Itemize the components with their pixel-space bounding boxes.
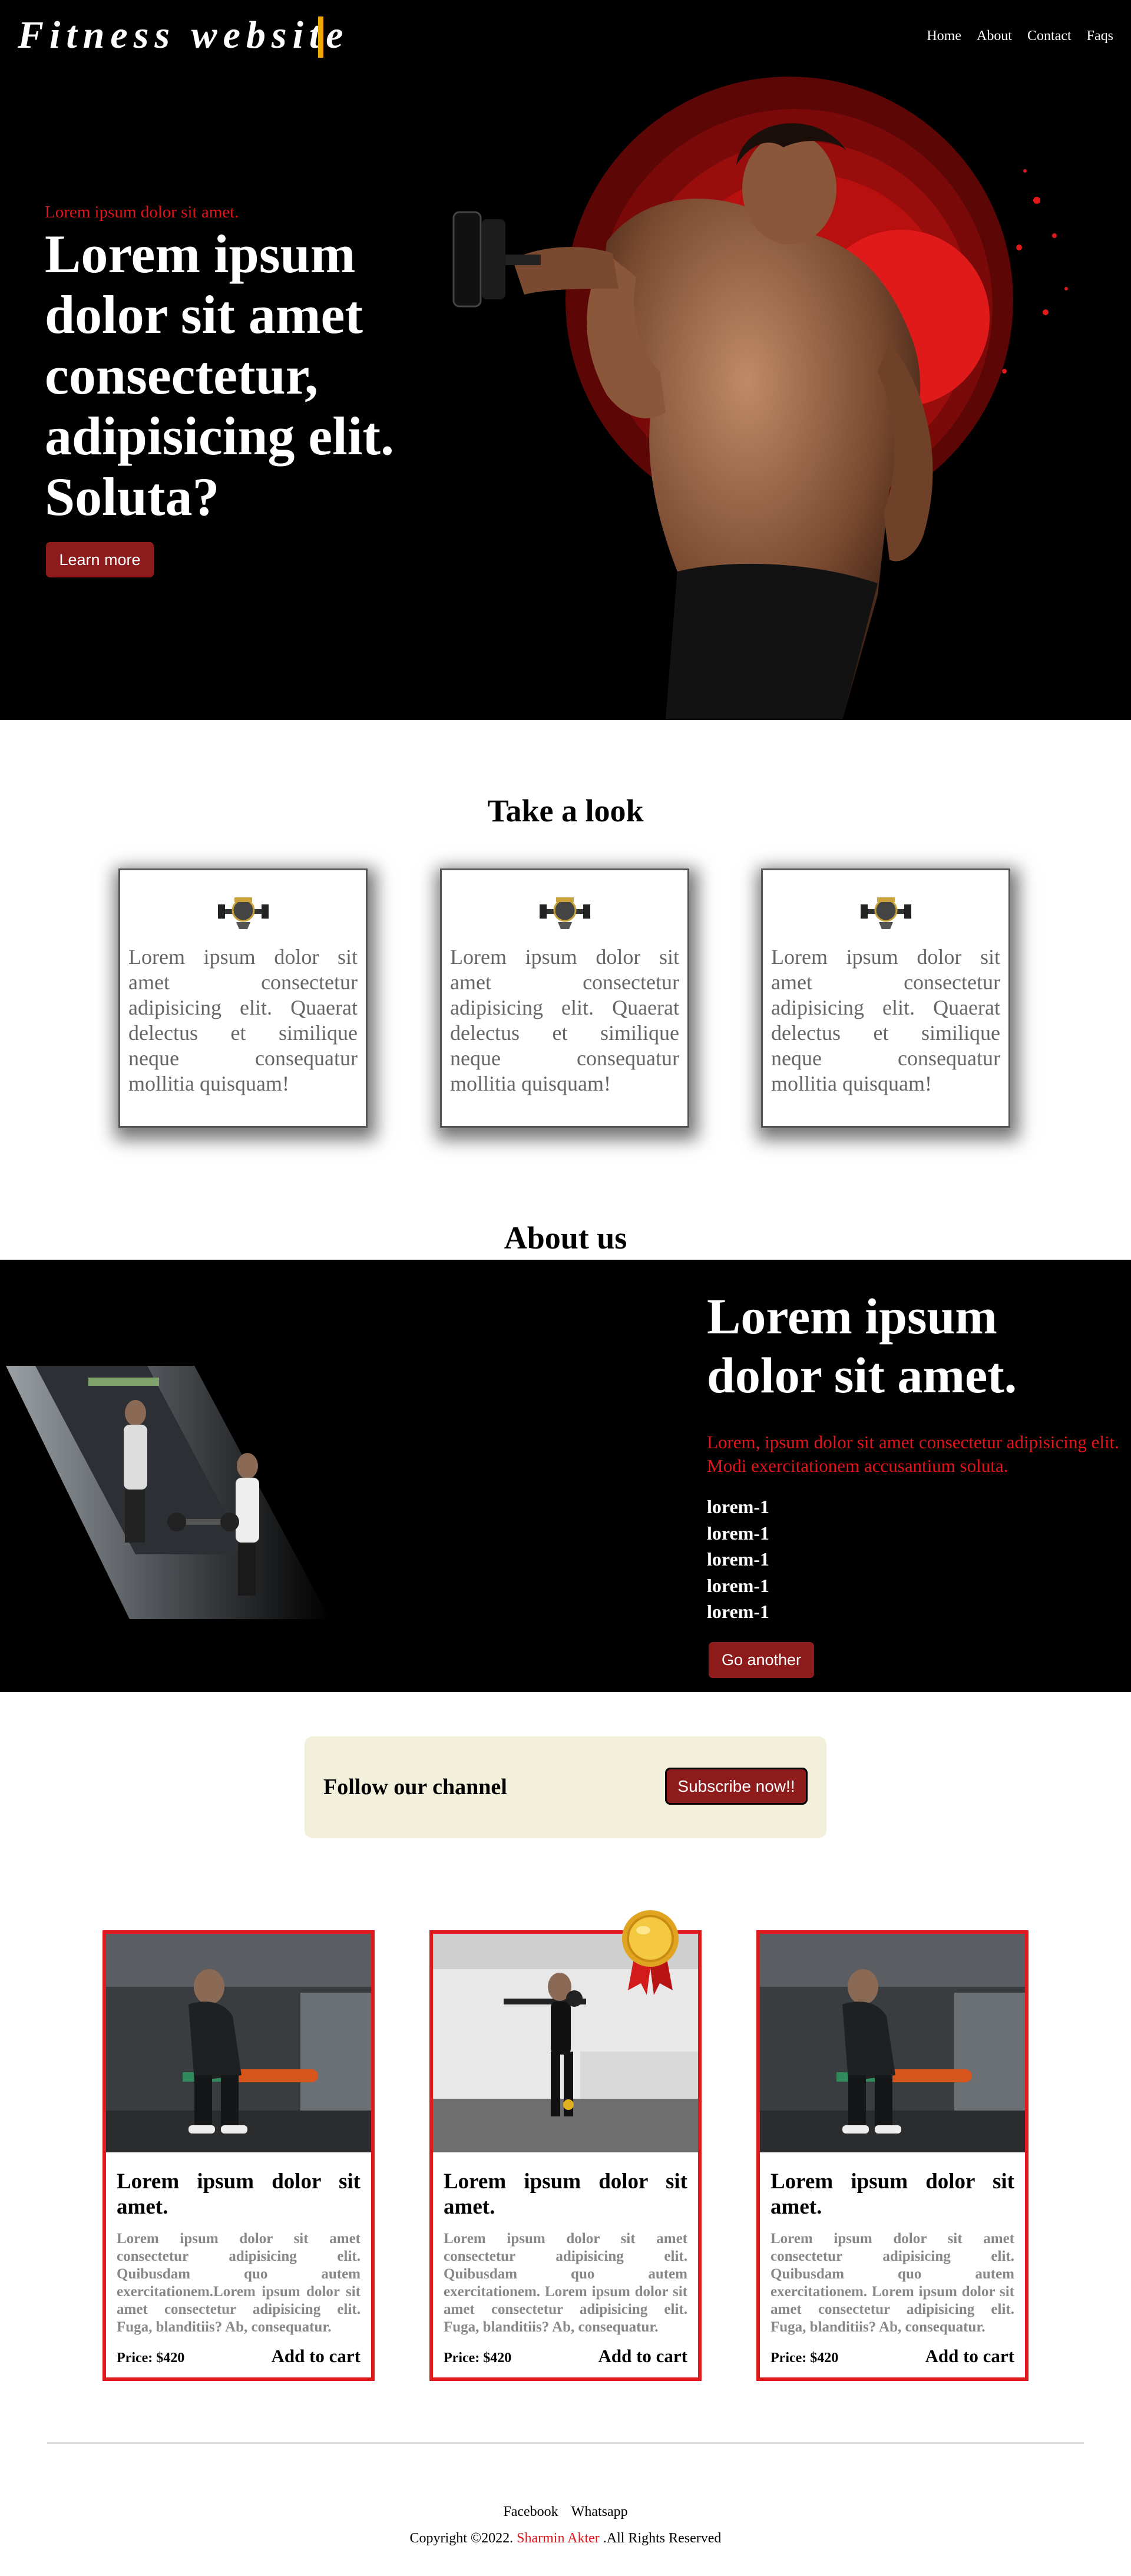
look-card-text: Lorem ipsum dolor sit amet consectetur a… (128, 945, 358, 1095)
about-us-title: About us (504, 1220, 627, 1256)
nav-home[interactable]: Home (927, 28, 961, 44)
learn-more-button[interactable]: Learn more (46, 542, 154, 577)
hero-kicker: Lorem ipsum dolor sit amet. (45, 203, 239, 222)
about-section: Lorem ipsum dolor sit amet. Lorem, ipsum… (0, 1260, 1131, 1692)
brand-cursor (318, 16, 323, 58)
product-footer: Price: $420 Add to cart (444, 2346, 687, 2367)
product-photo (760, 1934, 1025, 2152)
add-to-cart-button[interactable]: Add to cart (925, 2346, 1014, 2367)
nav-faqs[interactable]: Faqs (1087, 28, 1113, 44)
look-card: Lorem ipsum dolor sit amet consectetur a… (440, 868, 689, 1128)
product-title: Lorem ipsum dolor sit amet. (770, 2169, 1014, 2219)
gym-emblem-icon (539, 897, 590, 929)
gym-emblem-icon (217, 897, 269, 929)
add-to-cart-button[interactable]: Add to cart (271, 2346, 361, 2367)
look-card: Lorem ipsum dolor sit amet consectetur a… (761, 868, 1010, 1128)
hero-athlete-image (452, 77, 1068, 720)
nav-about[interactable]: About (977, 28, 1012, 44)
product-card: Lorem ipsum dolor sit amet. Lorem ipsum … (102, 1930, 375, 2381)
footer-divider (47, 2442, 1084, 2444)
product-footer: Price: $420 Add to cart (770, 2346, 1014, 2367)
facebook-link[interactable]: Facebook (503, 2504, 558, 2520)
about-heading: Lorem ipsum dolor sit amet. (707, 1288, 1017, 1403)
footer-links: Facebook Whatsapp (0, 2504, 1131, 2520)
product-card: Lorem ipsum dolor sit amet. Lorem ipsum … (756, 1930, 1029, 2381)
product-footer: Price: $420 Add to cart (117, 2346, 361, 2367)
brand-logo[interactable]: Fitness website (18, 13, 349, 58)
list-item: lorem-1 (707, 1601, 770, 1622)
gym-training-image (6, 1366, 330, 1619)
list-item: lorem-1 (707, 1496, 770, 1517)
product-price: Price: $420 (770, 2350, 839, 2366)
copyright: Copyright ©2022. Sharmin Akter .All Righ… (0, 2531, 1131, 2547)
nav-contact[interactable]: Contact (1027, 28, 1072, 44)
whatsapp-link[interactable]: Whatsapp (571, 2504, 628, 2520)
product-price: Price: $420 (117, 2350, 185, 2366)
main-nav: Home About Contact Faqs (927, 28, 1113, 44)
product-photo (106, 1934, 371, 2152)
hero-title: Lorem ipsum dolor sit amet consectetur, … (45, 224, 394, 527)
go-another-button[interactable]: Go another (709, 1642, 814, 1678)
product-title: Lorem ipsum dolor sit amet. (117, 2169, 361, 2219)
list-item: lorem-1 (707, 1522, 770, 1544)
add-to-cart-button[interactable]: Add to cart (598, 2346, 687, 2367)
take-a-look-title: Take a look (487, 793, 644, 828)
product-description: Lorem ipsum dolor sit amet consectetur a… (770, 2231, 1014, 2335)
product-description: Lorem ipsum dolor sit amet consectetur a… (444, 2231, 687, 2335)
product-description: Lorem ipsum dolor sit amet consectetur a… (117, 2231, 361, 2335)
subscribe-label: Follow our channel (323, 1775, 507, 1799)
product-title: Lorem ipsum dolor sit amet. (444, 2169, 687, 2219)
product-price: Price: $420 (444, 2350, 512, 2366)
look-card: Lorem ipsum dolor sit amet consectetur a… (118, 868, 368, 1128)
subscribe-banner: Follow our channel Subscribe now!! (305, 1736, 826, 1838)
look-card-text: Lorem ipsum dolor sit amet consectetur a… (450, 945, 679, 1095)
about-list: lorem-1 lorem-1 lorem-1 lorem-1 lorem-1 (707, 1494, 769, 1625)
product-card: Lorem ipsum dolor sit amet. Lorem ipsum … (429, 1930, 702, 2381)
copyright-suffix: .All Rights Reserved (603, 2531, 722, 2546)
look-card-text: Lorem ipsum dolor sit amet consectetur a… (771, 945, 1000, 1095)
copyright-prefix: Copyright ©2022. (409, 2531, 514, 2546)
about-text: Lorem, ipsum dolor sit amet consectetur … (707, 1432, 1119, 1476)
gym-emblem-icon (860, 897, 911, 929)
list-item: lorem-1 (707, 1548, 770, 1570)
author-name: Sharmin Akter (517, 2531, 600, 2546)
subscribe-button[interactable]: Subscribe now!! (665, 1768, 808, 1805)
medal-icon (622, 1910, 679, 1995)
hero-section: Fitness website Home About Contact Faqs … (0, 0, 1131, 720)
list-item: lorem-1 (707, 1574, 770, 1596)
